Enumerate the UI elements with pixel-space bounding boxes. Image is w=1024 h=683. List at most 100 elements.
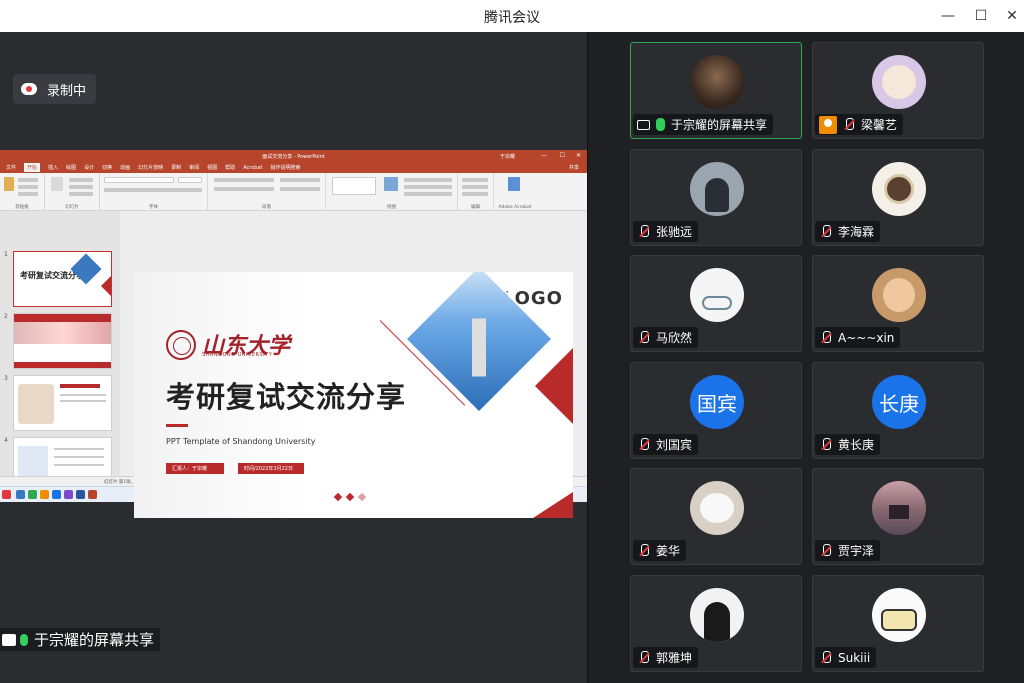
app-icon — [40, 490, 49, 499]
ppt-share-button: 共享 — [568, 165, 579, 171]
ribbon-group-drawing: 绘图 — [326, 173, 458, 211]
mic-muted-icon — [819, 437, 833, 452]
app-icon — [76, 490, 85, 499]
ppt-tab-view: 视图 — [207, 165, 218, 171]
recording-badge[interactable]: 录制中 — [13, 74, 97, 104]
ppt-window-title: 面试交流分享 - PowerPoint — [262, 154, 325, 160]
participant-name: 黄长庚 — [838, 438, 875, 452]
ppt-minimize-icon: — — [541, 152, 547, 159]
slide-canvas: LOGO 山东大学 SHANDONG UNIVERSITY 考研复试交流分享 P… — [134, 272, 573, 518]
mic-muted-icon — [819, 650, 833, 665]
participant-nametag: 贾宇泽 — [815, 540, 881, 561]
ribbon-group-clipboard: 剪贴板 — [0, 173, 45, 211]
ppt-tab-draw: 绘图 — [66, 165, 77, 171]
thumb-number: 2 — [4, 313, 8, 320]
avatar — [690, 162, 744, 216]
slide-decor-triangle — [535, 348, 573, 424]
close-button[interactable]: ✕ — [999, 4, 1024, 28]
screen-share-icon — [2, 633, 16, 646]
participant-tile[interactable]: Sukiii — [812, 575, 984, 672]
thumb-number: 3 — [4, 375, 8, 382]
ppt-close-icon: ✕ — [575, 152, 581, 159]
participant-nametag: 黄长庚 — [815, 434, 881, 455]
mic-muted-icon — [819, 224, 833, 239]
ribbon-group-slides: 幻灯片 — [45, 173, 100, 211]
group-label: 段落 — [262, 205, 271, 210]
slide-thumbnail-3 — [13, 375, 112, 431]
ppt-ribbon: 剪贴板 幻灯片 字体 段落 绘图 编辑 Adobe Acrobat — [0, 173, 587, 211]
participant-name: 郭雅坤 — [656, 651, 693, 665]
participant-tile[interactable]: 郭雅坤 — [630, 575, 802, 672]
ppt-tab-file: 文件 — [6, 165, 17, 171]
avatar — [690, 268, 744, 322]
participant-name: 贾宇泽 — [838, 544, 875, 558]
ppt-tab-animations: 动画 — [120, 165, 131, 171]
mic-muted-icon — [637, 330, 651, 345]
ribbon-group-acrobat: Adobe Acrobat — [494, 173, 536, 211]
participant-tile[interactable]: 姜华 — [630, 468, 802, 565]
ppt-tab-review: 审阅 — [189, 165, 200, 171]
slide-thumbnail-2 — [13, 313, 112, 369]
participant-tile[interactable]: 张驰远 — [630, 149, 802, 246]
slide-thumbnail-pane: 1 考研复试交流分享 2 3 4 5 — [0, 211, 120, 502]
ppt-maximize-icon: ☐ — [559, 152, 565, 159]
ppt-tab-acrobat: Acrobat — [243, 164, 263, 171]
group-label: 编辑 — [471, 205, 480, 210]
mic-muted-icon — [819, 543, 833, 558]
slide-decor-dots — [333, 492, 367, 502]
app-icon — [16, 490, 25, 499]
ppt-tab-slideshow: 幻灯片放映 — [138, 165, 164, 171]
participant-tile[interactable]: 梁馨艺 — [812, 42, 984, 139]
group-label: 字体 — [149, 205, 158, 210]
ribbon-group-editing: 编辑 — [458, 173, 494, 211]
participant-name: 张驰远 — [656, 225, 693, 239]
slide-thumbnail-1: 考研复试交流分享 — [13, 251, 112, 307]
thumb-number: 4 — [4, 437, 8, 444]
participant-name: 刘国宾 — [656, 438, 693, 452]
participant-tile[interactable]: 马欣然 — [630, 255, 802, 352]
participant-tile[interactable]: 长庚 黄长庚 — [812, 362, 984, 459]
participant-nametag: 郭雅坤 — [633, 647, 699, 668]
avatar — [690, 481, 744, 535]
app-icon — [88, 490, 97, 499]
slide-decor-triangle — [533, 492, 573, 518]
slide-title-rule — [166, 424, 188, 427]
app-icon — [52, 490, 61, 499]
minimize-button[interactable]: — — [935, 4, 961, 28]
avatar — [690, 55, 744, 109]
participant-name: A~~~xin — [838, 330, 895, 345]
participant-tile[interactable]: 国宾 刘国宾 — [630, 362, 802, 459]
app-icon — [64, 490, 73, 499]
avatar — [872, 55, 926, 109]
maximize-button[interactable]: ☐ — [968, 4, 994, 28]
cloud-record-icon — [21, 83, 37, 95]
ppt-tell-me: 操作说明搜索 — [270, 165, 301, 171]
screen-share-label: 于宗耀的屏幕共享 — [0, 628, 161, 651]
group-label: 剪贴板 — [15, 205, 29, 210]
avatar: 国宾 — [690, 375, 744, 429]
participant-nametag: 李海霖 — [815, 221, 881, 242]
participant-nametag: 姜华 — [633, 540, 687, 561]
mic-muted-icon — [637, 650, 651, 665]
ppt-tab-insert: 插入 — [48, 165, 59, 171]
avatar: 长庚 — [872, 375, 926, 429]
university-name-en: SHANDONG UNIVERSITY — [202, 352, 273, 358]
thumb-number: 1 — [4, 251, 8, 258]
window-title: 腾讯会议 — [484, 10, 540, 26]
participant-nametag: 刘国宾 — [633, 434, 699, 455]
slide-subtitle: PPT Template of Shandong University — [166, 437, 316, 446]
participant-tile[interactable]: 于宗耀的屏幕共享 — [630, 42, 802, 139]
participant-name: 于宗耀的屏幕共享 — [671, 118, 768, 132]
slide-title: 考研复试交流分享 — [166, 380, 407, 414]
mic-muted-icon — [637, 437, 651, 452]
mic-muted-icon — [637, 224, 651, 239]
participant-tile[interactable]: 贾宇泽 — [812, 468, 984, 565]
participant-tile[interactable]: A~~~xin — [812, 255, 984, 352]
participant-tile[interactable]: 李海霖 — [812, 149, 984, 246]
avatar — [872, 268, 926, 322]
ppt-tab-record: 录制 — [171, 165, 182, 171]
avatar — [872, 481, 926, 535]
app-icon — [28, 490, 37, 499]
avatar — [690, 588, 744, 642]
participant-name: 梁馨艺 — [861, 118, 898, 132]
